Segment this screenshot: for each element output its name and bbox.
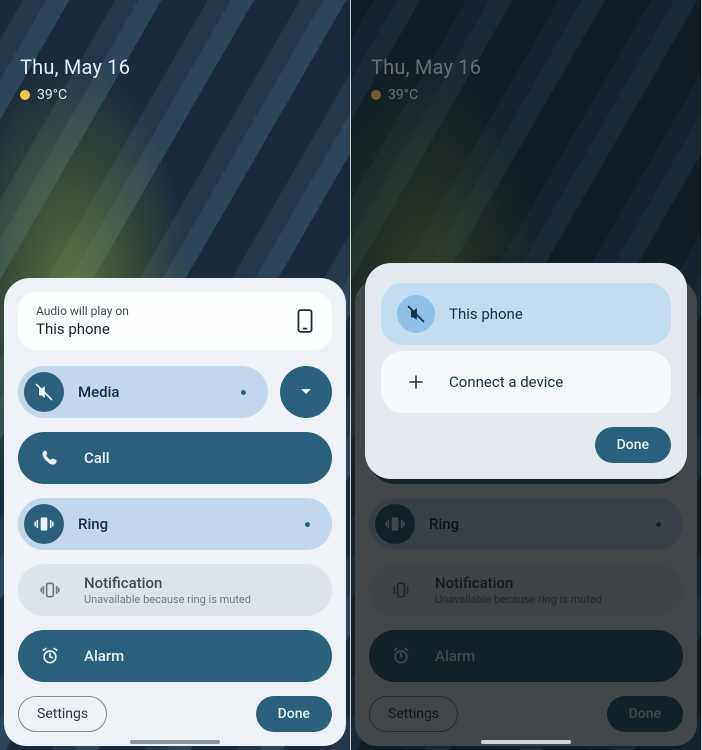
settings-button[interactable]: Settings (18, 696, 107, 732)
screenshot-left: Thu, May 16 39°C Audio will play on This… (0, 0, 351, 750)
lockscreen-status: Thu, May 16 39°C (20, 55, 130, 103)
call-icon (30, 438, 70, 478)
output-option-connect-device[interactable]: Connect a device (381, 351, 671, 413)
audio-output-texts: Audio will play on This phone (36, 304, 129, 338)
audio-output-label: Audio will play on (36, 304, 129, 318)
panel-footer: Settings Done (18, 696, 332, 732)
call-label: Call (84, 449, 110, 467)
media-volume-slider[interactable]: Media (18, 366, 268, 418)
modal-done-button[interactable]: Done (595, 427, 671, 463)
media-level-dot (241, 390, 246, 395)
output-option-label: Connect a device (449, 373, 563, 391)
notification-sublabel: Unavailable because ring is muted (84, 593, 251, 606)
alarm-volume-slider[interactable]: Alarm (18, 630, 332, 682)
ring-level-dot (305, 522, 310, 527)
alarm-label: Alarm (84, 647, 124, 665)
sun-icon (20, 90, 30, 100)
status-date: Thu, May 16 (20, 55, 130, 79)
ring-volume-slider[interactable]: Ring (18, 498, 332, 550)
media-muted-icon (397, 295, 435, 333)
alarm-icon (30, 636, 70, 676)
status-temperature: 39°C (37, 87, 67, 103)
media-label: Media (78, 383, 120, 401)
plus-icon (397, 363, 435, 401)
done-button[interactable]: Done (256, 696, 332, 732)
notification-volume-slider: Notification Unavailable because ring is… (18, 564, 332, 616)
home-indicator[interactable] (130, 740, 220, 744)
volume-panel: Audio will play on This phone Media (4, 278, 346, 746)
output-switcher-modal: This phone Connect a device Done (365, 263, 687, 479)
call-volume-slider[interactable]: Call (18, 432, 332, 484)
audio-output-value: This phone (36, 320, 129, 338)
phone-device-icon (296, 309, 314, 333)
notification-label: Notification (84, 574, 251, 592)
output-option-this-phone[interactable]: This phone (381, 283, 671, 345)
screenshot-right: Thu, May 16 39°C Audio will play on This… (351, 0, 702, 750)
audio-output-card[interactable]: Audio will play on This phone (18, 292, 332, 350)
status-weather: 39°C (20, 87, 130, 103)
ring-vibrate-icon (24, 504, 64, 544)
notification-vibrate-icon (30, 570, 70, 610)
media-muted-icon (24, 372, 64, 412)
expand-media-button[interactable] (280, 366, 332, 418)
ring-label: Ring (78, 515, 108, 533)
output-option-label: This phone (449, 305, 523, 323)
home-indicator[interactable] (481, 740, 571, 744)
